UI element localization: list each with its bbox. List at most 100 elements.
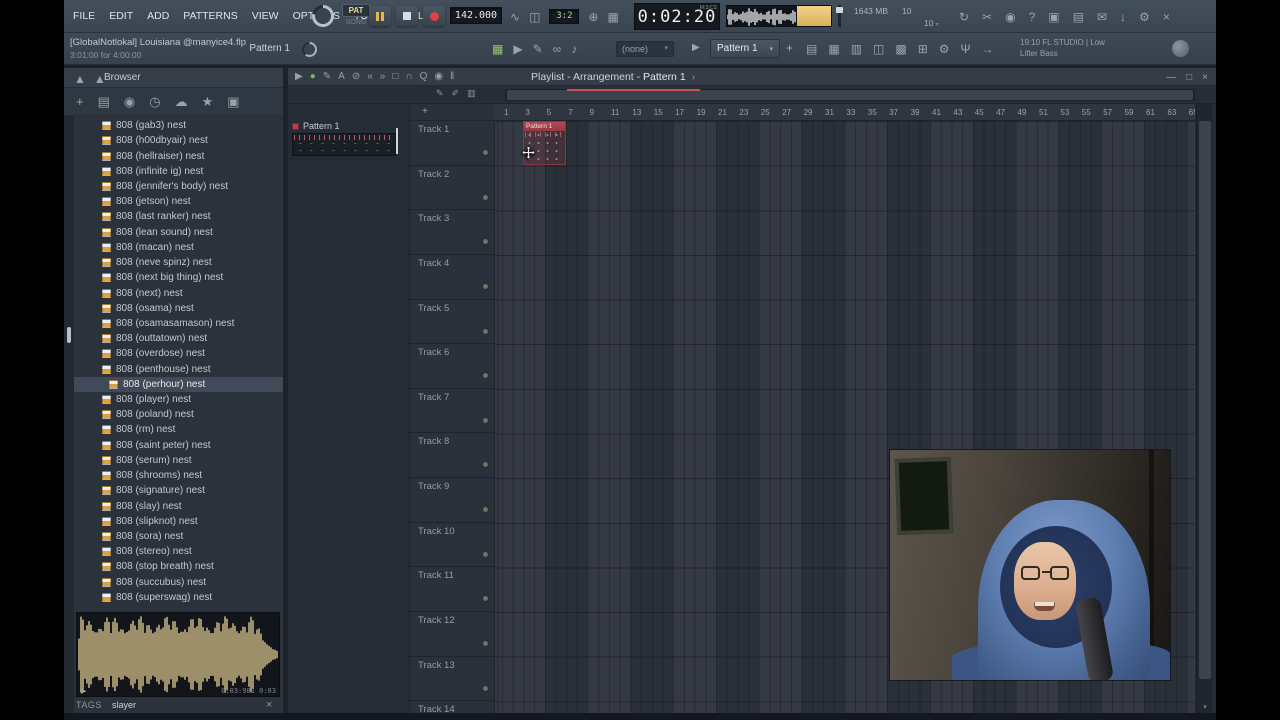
tools-icon[interactable]: ⚙ — [939, 43, 950, 55]
polyphony-count[interactable]: 10 ▾ — [924, 18, 938, 28]
tempo-display[interactable]: 142.000 — [450, 7, 502, 24]
picker-scrollbar-handle[interactable] — [396, 128, 398, 154]
browser-file-item[interactable]: 808 (saint peter) nest — [74, 438, 283, 453]
preview-play-icon[interactable]: ▶ — [81, 687, 86, 695]
marquee-icon[interactable]: □ — [392, 72, 398, 82]
browser-file-item[interactable]: 808 (next) nest — [74, 285, 283, 300]
browser-file-item[interactable]: 808 (neve spinz) nest — [74, 255, 283, 270]
browser-file-item[interactable]: 808 (shrooms) nest — [74, 468, 283, 483]
selector-dropdown[interactable]: (none) ▾ — [616, 41, 674, 57]
playlist-vscrollbar[interactable]: ▾ — [1196, 104, 1212, 713]
browser-file-item[interactable]: 808 (h00dbyair) nest — [74, 133, 283, 148]
rec-indicator-icon[interactable]: ● — [310, 72, 316, 82]
track-header[interactable]: Track 8 — [410, 433, 494, 479]
quantize-icon[interactable]: Q — [420, 72, 428, 82]
wait-icon[interactable]: ⊕ — [588, 11, 598, 23]
minimize-button[interactable]: — — [1166, 72, 1176, 83]
browser-file-item[interactable]: 808 (gab3) nest — [74, 118, 283, 133]
browser-file-item[interactable]: 808 (macan) nest — [74, 240, 283, 255]
time-display[interactable]: 0:02:20 M:S:CS — [634, 3, 720, 30]
playlist-titlebar[interactable]: ▶ ● ✎ A ⊘ « » □ ∩ Q ◉ ‖ Playlist - Arrangement - Pa… — [288, 68, 1216, 86]
browser-file-item[interactable]: 808 (hellraiser) nest — [74, 148, 283, 163]
timeline-ruler[interactable]: 1 3 5 7 9 11 13 15 17 19 21 23 25 27 29 31 33 35 37 39 41 43 4… — [495, 104, 1195, 121]
track-header[interactable]: Track 1 — [410, 121, 494, 166]
browser-file-item[interactable]: 808 (infinite ig) nest — [74, 164, 283, 179]
main-volume-knob[interactable] — [312, 5, 334, 27]
preview-icon[interactable]: ◉ — [434, 72, 443, 82]
browser-file-item[interactable]: 808 (osamasamason) nest — [74, 316, 283, 331]
master-pitch-slider[interactable] — [836, 5, 843, 27]
pattern-selector[interactable]: Pattern 1 ▾ — [710, 39, 780, 58]
picker-pattern-thumbnail[interactable] — [292, 133, 396, 156]
position-display[interactable]: 3:2 — [549, 9, 580, 24]
menu-file[interactable]: FILE — [66, 0, 102, 33]
vscrollbar-handle[interactable] — [1199, 121, 1211, 679]
tags-close-icon[interactable]: × — [266, 699, 272, 711]
browser-file-item[interactable]: 808 (perhour) nest — [74, 376, 283, 392]
snapshot-icon[interactable]: ▣ — [227, 95, 239, 108]
prev-marker-icon[interactable]: « — [367, 72, 373, 82]
browser-file-item[interactable]: 808 (poland) nest — [74, 407, 283, 422]
pencil-tool-icon[interactable]: ✎ — [436, 89, 444, 98]
pencil-icon[interactable]: ✎ — [323, 72, 331, 82]
step-edit-icon[interactable]: ▶ — [513, 43, 522, 55]
cut-icon[interactable]: ✂ — [982, 11, 992, 23]
add-track-button[interactable]: + — [422, 106, 428, 117]
file-icon[interactable]: ▤ — [98, 95, 110, 108]
splitter-icon[interactable]: Ψ — [961, 43, 971, 55]
track-header[interactable]: Track 13 — [410, 657, 494, 702]
browser-file-item[interactable]: 808 (succubus) nest — [74, 575, 283, 590]
track-mute-dot[interactable] — [483, 328, 488, 334]
record-button[interactable] — [423, 6, 445, 26]
mixer-icon[interactable]: ◫ — [873, 43, 884, 55]
browser-file-item[interactable]: 808 (sora) nest — [74, 529, 283, 544]
track-mute-dot[interactable] — [483, 194, 488, 200]
undo-icon[interactable]: ↻ — [959, 11, 969, 23]
track-mute-dot[interactable] — [483, 239, 488, 245]
channel-grid-icon[interactable]: ▦ — [492, 43, 503, 55]
star-icon[interactable]: ★ — [202, 95, 214, 108]
shine-button[interactable] — [1172, 40, 1189, 57]
menu-patterns[interactable]: PATTERNS — [176, 0, 244, 33]
plugin-picker-icon[interactable]: ⊞ — [918, 43, 928, 55]
help-icon[interactable]: ? — [1029, 11, 1036, 23]
browser-file-item[interactable]: 808 (rm) nest — [74, 422, 283, 437]
browser-file-item[interactable]: 808 (signature) nest — [74, 483, 283, 498]
sample-preview[interactable]: ▶ 0:03:981 0:03 — [76, 612, 280, 697]
cloud-icon[interactable]: ☁ — [175, 95, 188, 108]
play-pause-button[interactable] — [369, 6, 391, 26]
track-mute-dot[interactable] — [483, 373, 488, 379]
metronome-icon[interactable]: ◫ — [529, 11, 540, 23]
next-marker-icon[interactable]: » — [380, 72, 386, 82]
browser-file-item[interactable]: 808 (next big thing) nest — [74, 270, 283, 285]
slip-icon[interactable]: ⊘ — [352, 72, 360, 82]
settings-icon[interactable]: ⚙ — [1139, 11, 1150, 23]
move-icon[interactable]: + — [76, 95, 84, 108]
pause-tool-icon[interactable]: ‖ — [450, 72, 454, 82]
record-icon[interactable]: ◉ — [124, 95, 135, 108]
shuffle-icon[interactable]: ∿ — [510, 11, 520, 23]
track-header[interactable]: Track 9 — [410, 478, 494, 523]
download-icon[interactable]: ↓ — [1120, 11, 1126, 23]
browser-toggle-icon[interactable]: ▩ — [895, 43, 906, 55]
browser-scrollbar-handle[interactable] — [67, 327, 71, 343]
pat-mode-button[interactable]: PAT — [342, 4, 370, 17]
browser-file-item[interactable]: 808 (outtatown) nest — [74, 331, 283, 346]
scroll-down-icon[interactable]: ▾ — [1197, 703, 1213, 711]
track-mute-dot[interactable] — [483, 551, 488, 557]
browser-file-item[interactable]: 808 (lean sound) nest — [74, 225, 283, 240]
menu-add[interactable]: ADD — [140, 0, 176, 33]
detach-icon[interactable]: ▶ — [295, 72, 303, 82]
mic-icon[interactable]: ◉ — [1005, 11, 1015, 23]
collapse-all-icon[interactable]: ▲ — [74, 73, 86, 85]
close-icon[interactable]: × — [1163, 11, 1170, 23]
browser-file-item[interactable]: 808 (player) nest — [74, 392, 283, 407]
track-mute-dot[interactable] — [483, 596, 488, 602]
track-header[interactable]: Track 14 — [410, 701, 494, 713]
picker-pattern-item[interactable]: Pattern 1 — [292, 121, 340, 131]
link-icon[interactable]: ∞ — [553, 43, 562, 55]
save-icon[interactable]: ▣ — [1048, 11, 1059, 23]
browser-file-item[interactable]: 808 (jennifer's body) nest — [74, 179, 283, 194]
track-header[interactable]: Track 11 — [410, 567, 494, 613]
track-mute-dot[interactable] — [483, 641, 488, 647]
